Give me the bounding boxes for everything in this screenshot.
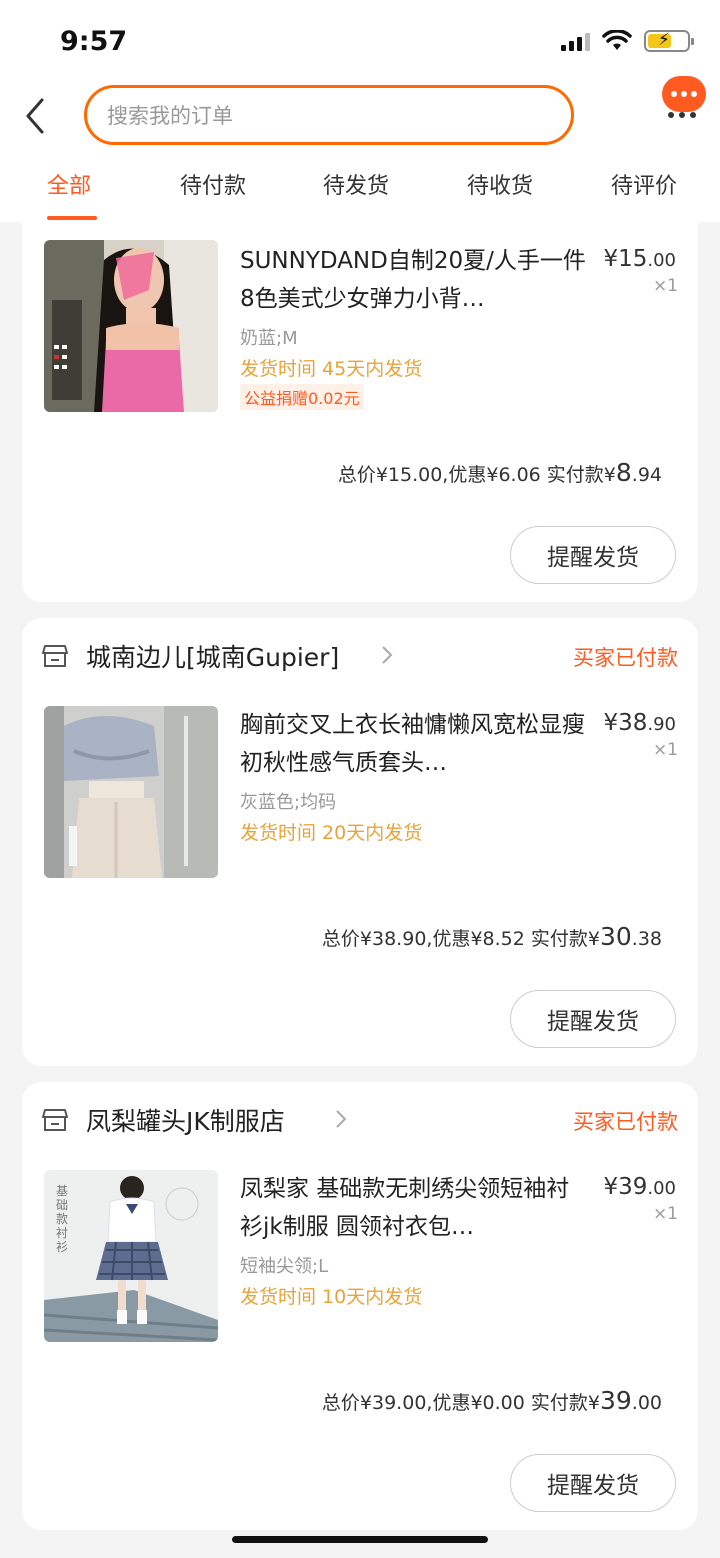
shop-header[interactable]: 城南边儿[城南Gupier] 买家已付款 xyxy=(22,618,698,694)
order-summary: 总价¥38.90,优惠¥8.52 实付款¥30.38 xyxy=(321,922,662,951)
product-spec: 奶蓝;M xyxy=(240,328,298,349)
charity-badge: 公益捐赠0.02元 xyxy=(240,384,364,410)
home-indicator[interactable] xyxy=(232,1536,488,1543)
product-quantity: ×1 xyxy=(652,276,678,296)
product-title[interactable]: 凤梨家 基础款无刺绣尖领短袖衬衫jk制服 圆领衬衣包… xyxy=(240,1170,590,1246)
tab-all[interactable]: 全部 xyxy=(47,168,91,200)
order-status: 买家已付款 xyxy=(573,1110,678,1134)
shop-header[interactable]: 凤梨罐头JK制服店 买家已付款 xyxy=(22,1082,698,1158)
chevron-right-icon xyxy=(382,646,393,664)
chevron-right-icon xyxy=(336,1110,347,1128)
product-image[interactable] xyxy=(44,240,218,412)
product-image[interactable] xyxy=(44,706,218,878)
order-tabs: 全部 待付款 待发货 待收货 待评价 xyxy=(0,168,720,222)
order-summary: 总价¥15.00,优惠¥6.06 实付款¥8.94 xyxy=(337,458,662,487)
order-status: 买家已付款 xyxy=(573,646,678,670)
product-title[interactable]: 胸前交叉上衣长袖慵懒风宽松显瘦初秋性感气质套头… xyxy=(240,706,590,782)
product-image[interactable]: 基 础 款 衬 衫 xyxy=(44,1170,218,1342)
shipping-time: 发货时间 45天内发货 xyxy=(240,358,423,380)
shop-icon xyxy=(42,1109,68,1131)
tab-pending-payment[interactable]: 待付款 xyxy=(180,168,246,200)
status-icons: ⚡ xyxy=(561,30,694,52)
order-card: SUNNYDAND自制20夏/人手一件8色美式少女弹力小背… ¥15.00 ×1… xyxy=(22,222,698,602)
shipping-time: 发货时间 20天内发货 xyxy=(240,822,423,844)
tab-pending-shipment[interactable]: 待发货 xyxy=(323,168,389,200)
product-spec: 灰蓝色;均码 xyxy=(240,792,337,813)
product-quantity: ×1 xyxy=(652,740,678,760)
wifi-icon xyxy=(602,30,632,50)
product-spec: 短袖尖领;L xyxy=(240,1256,329,1277)
shop-icon xyxy=(42,645,68,667)
active-tab-indicator xyxy=(47,216,97,220)
product-quantity: ×1 xyxy=(652,1204,678,1224)
more-menu-button[interactable] xyxy=(662,76,708,122)
shop-name[interactable]: 城南边儿[城南Gupier] xyxy=(86,638,339,674)
battery-icon: ⚡ xyxy=(644,30,694,52)
order-card: 凤梨罐头JK制服店 买家已付款 基 础 款 衬 衫 凤梨家 基础款无刺绣尖领短袖… xyxy=(22,1082,698,1530)
status-time: 9:57 xyxy=(60,26,128,57)
order-card: 城南边儿[城南Gupier] 买家已付款 胸前交叉上衣长袖慵懒风宽松显瘦初秋性感… xyxy=(22,618,698,1066)
more-dots-icon xyxy=(668,112,696,118)
order-summary: 总价¥39.00,优惠¥0.00 实付款¥39.00 xyxy=(321,1386,662,1415)
signal-icon xyxy=(561,31,590,51)
order-search-input[interactable]: 搜索我的订单 xyxy=(84,85,574,145)
tab-pending-receipt[interactable]: 待收货 xyxy=(467,168,533,200)
message-bubble-icon xyxy=(662,76,706,112)
product-price: ¥39.00 xyxy=(603,1174,676,1200)
product-price: ¥38.90 xyxy=(603,710,676,736)
shop-name[interactable]: 凤梨罐头JK制服店 xyxy=(86,1102,285,1138)
search-placeholder: 搜索我的订单 xyxy=(107,104,233,128)
remind-shipment-button[interactable]: 提醒发货 xyxy=(510,526,676,584)
remind-shipment-button[interactable]: 提醒发货 xyxy=(510,990,676,1048)
tab-pending-review[interactable]: 待评价 xyxy=(611,168,677,200)
back-arrow-icon[interactable] xyxy=(20,96,50,136)
remind-shipment-button[interactable]: 提醒发货 xyxy=(510,1454,676,1512)
top-header: 9:57 ⚡ 搜索我的订单 全部 待付款 待发货 待收货 待评价 xyxy=(0,0,720,222)
product-title[interactable]: SUNNYDAND自制20夏/人手一件8色美式少女弹力小背… xyxy=(240,242,590,318)
product-price: ¥15.00 xyxy=(603,246,676,272)
shipping-time: 发货时间 10天内发货 xyxy=(240,1286,423,1308)
product-image-caption: 基 础 款 衬 衫 xyxy=(56,1184,69,1254)
